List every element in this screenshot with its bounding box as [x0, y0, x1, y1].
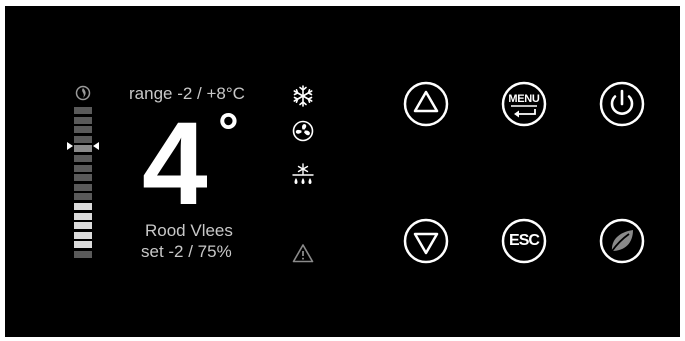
- power-button[interactable]: [599, 81, 645, 127]
- humidity-bar-segment: [74, 183, 92, 191]
- humidity-bar-segment: [74, 193, 92, 201]
- esc-button[interactable]: ESC: [501, 218, 547, 264]
- humidity-bar-segment: [74, 164, 92, 172]
- up-button[interactable]: [403, 81, 449, 127]
- humidity-bar-segment: [74, 241, 92, 249]
- leaf-icon: [599, 218, 645, 264]
- menu-label: MENU: [508, 93, 540, 105]
- setpoint-label: set -2 / 75%: [141, 242, 232, 261]
- flame-icon: [75, 85, 91, 101]
- humidity-bar-segment: [74, 155, 92, 162]
- triangle-up-icon: [403, 81, 449, 127]
- bar-marker-icon: [67, 142, 99, 150]
- triangle-down-icon: [403, 218, 449, 264]
- humidity-bar-segment: [74, 203, 92, 210]
- humidity-bar-segment: [74, 231, 92, 239]
- eco-button[interactable]: [599, 218, 645, 264]
- humidity-bar-segment: [74, 251, 92, 258]
- menu-button[interactable]: MENU: [501, 81, 547, 127]
- product-name: Rood Vlees: [145, 221, 233, 240]
- warning-icon: [292, 244, 314, 263]
- snowflake-icon: [293, 85, 313, 107]
- humidity-bar-segment: [74, 107, 92, 114]
- temperature-value: 4: [142, 98, 208, 230]
- control-panel: [5, 6, 680, 337]
- defrost-icon: [292, 163, 314, 184]
- humidity-bar-segment: [74, 126, 92, 134]
- humidity-bar-segment: [74, 116, 92, 124]
- humidity-bar-segment: [74, 212, 92, 220]
- fan-icon: [292, 120, 314, 142]
- esc-label: ESC: [509, 232, 540, 249]
- humidity-bar-segment: [74, 222, 92, 230]
- degree-symbol: °: [218, 103, 239, 161]
- down-button[interactable]: [403, 218, 449, 264]
- humidity-bar-segment: [74, 174, 92, 182]
- power-icon: [599, 81, 645, 127]
